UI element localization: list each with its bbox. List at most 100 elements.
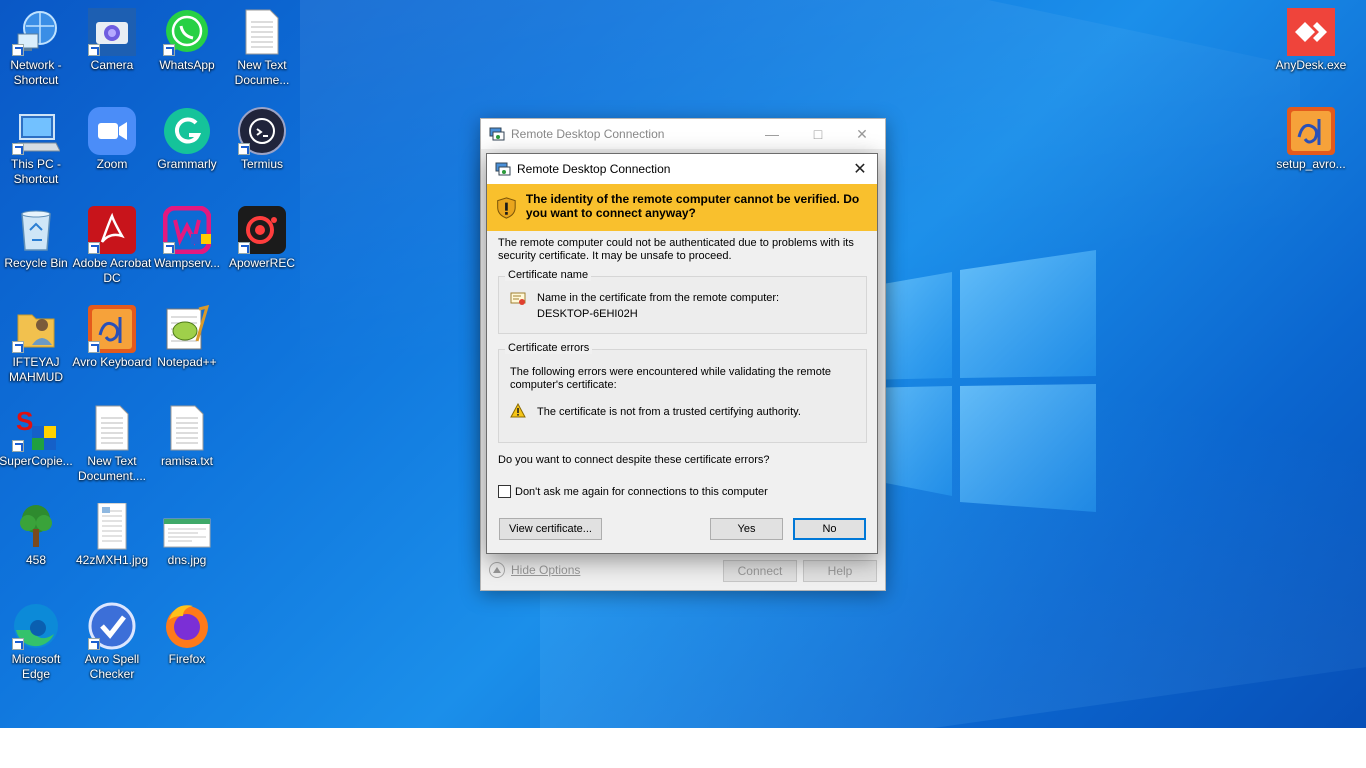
- rdc-app-icon: [489, 127, 505, 141]
- desktop-icon-label: Recycle Bin: [4, 256, 68, 270]
- rdc-main-title: Remote Desktop Connection: [511, 127, 665, 141]
- help-button[interactable]: Help: [803, 560, 877, 582]
- notepadpp-icon: [166, 305, 210, 350]
- desktop-icon-zoom[interactable]: Zoom: [74, 107, 150, 172]
- desktop-icon-label: SuperCopie...: [0, 454, 73, 468]
- no-button[interactable]: No: [793, 518, 866, 540]
- desktop-icon-avro-keyboard[interactable]: Avro Keyboard: [72, 305, 152, 370]
- desktop-icon-new-text-document-2[interactable]: New Text Document....: [74, 404, 150, 484]
- zoom-icon: [88, 107, 136, 155]
- desktop-icon-label: AnyDesk.exe: [1275, 58, 1347, 72]
- desktop-icon-apowerrec[interactable]: ApowerREC: [224, 206, 300, 271]
- dialog-title: Remote Desktop Connection: [517, 162, 671, 176]
- warning-description: The remote computer could not be authent…: [498, 237, 854, 262]
- text-file-icon: [95, 405, 129, 451]
- desktop-icon-label: Camera: [90, 58, 134, 72]
- yes-button[interactable]: Yes: [710, 518, 783, 540]
- desktop-icon-label: Firefox: [168, 652, 206, 666]
- shortcut-arrow-icon: [88, 638, 100, 650]
- desktop-icon-grammarly[interactable]: Grammarly: [149, 107, 225, 172]
- desktop-icon-label: ramisa.txt: [160, 454, 213, 468]
- desktop-icon-wampserver[interactable]: Wampserv...: [149, 206, 225, 271]
- desktop-icon-458[interactable]: 458: [0, 503, 74, 568]
- shortcut-arrow-icon: [238, 143, 250, 155]
- dialog-close-button[interactable]: ✕: [843, 154, 877, 184]
- shortcut-arrow-icon: [88, 341, 100, 353]
- dialog-titlebar[interactable]: Remote Desktop Connection: [487, 154, 877, 184]
- desktop-icon-avro-spell-checker[interactable]: Avro Spell Checker: [74, 602, 150, 682]
- desktop-icon-label: Notepad++: [157, 355, 217, 369]
- windows-logo-wallpaper: [860, 250, 1096, 512]
- desktop-icon-acrobat[interactable]: Adobe Acrobat DC: [72, 206, 152, 286]
- desktop-icon-ramisa-txt[interactable]: ramisa.txt: [149, 404, 225, 469]
- desktop-icon-recycle-bin[interactable]: Recycle Bin: [0, 206, 74, 271]
- desktop-icon-camera[interactable]: Camera: [74, 8, 150, 73]
- desktop-icon-new-text-document-1[interactable]: New Text Docume...: [224, 8, 300, 88]
- desktop-icon-label: Zoom: [96, 157, 128, 171]
- desktop-icon-dns-jpg[interactable]: dns.jpg: [149, 503, 225, 568]
- desktop-icon-user-folder[interactable]: IFTEYAJ MAHMUD: [0, 305, 74, 385]
- certificate-errors-group: Certificate errors The following errors …: [498, 342, 867, 443]
- certificate-name-label: Name in the certificate from the remote …: [537, 292, 780, 304]
- shortcut-arrow-icon: [12, 341, 24, 353]
- desktop-icon-notepadpp[interactable]: Notepad++: [149, 305, 225, 370]
- text-file-icon: [170, 405, 204, 451]
- desktop-icon-label: Adobe Acrobat DC: [72, 256, 152, 285]
- desktop-icon-edge[interactable]: Microsoft Edge: [0, 602, 74, 682]
- desktop-icon-label: This PC - Shortcut: [10, 157, 61, 186]
- desktop-icon-label: setup_avro...: [1276, 157, 1346, 171]
- desktop-icon-label: 458: [25, 553, 47, 567]
- desktop-icon-supercopier[interactable]: S SuperCopie...: [0, 404, 74, 469]
- image-file-icon: [97, 503, 127, 550]
- rdc-app-icon: [495, 162, 511, 176]
- desktop-icon-label: Wampserv...: [153, 256, 220, 270]
- rdc-main-footer: Hide Options Connect Help: [481, 556, 885, 590]
- warning-banner-text: The identity of the remote computer cann…: [525, 192, 860, 220]
- desktop-icon-label: Network - Shortcut: [10, 58, 62, 87]
- desktop-icon-label: Microsoft Edge: [11, 652, 61, 681]
- desktop-icon-label: 42zMXH1.jpg: [75, 553, 149, 567]
- connect-button[interactable]: Connect: [723, 560, 797, 582]
- desktop-icon-anydesk[interactable]: AnyDesk.exe: [1273, 8, 1349, 73]
- shortcut-arrow-icon: [12, 44, 24, 56]
- warning-banner: The identity of the remote computer cann…: [487, 184, 877, 231]
- desktop-icon-label: New Text Document....: [77, 454, 147, 483]
- desktop-icon-network[interactable]: Network - Shortcut: [0, 8, 74, 88]
- close-button[interactable]: ✕: [839, 119, 885, 149]
- recycle-bin-icon: [21, 210, 51, 251]
- shield-warning-icon: [497, 197, 516, 219]
- desktop-icon-42zmxh1-jpg[interactable]: 42zMXH1.jpg: [74, 503, 150, 568]
- shortcut-arrow-icon: [12, 440, 24, 452]
- certificate-errors-title: Certificate errors: [505, 342, 593, 354]
- hide-options-button[interactable]: Hide Options: [489, 562, 580, 578]
- dont-ask-again-label: Don't ask me again for connections to th…: [515, 485, 768, 498]
- text-file-icon: [245, 9, 279, 55]
- certificate-icon: [510, 292, 526, 305]
- desktop-icon-label: IFTEYAJ MAHMUD: [9, 355, 63, 384]
- maximize-button[interactable]: □: [795, 119, 841, 149]
- shortcut-arrow-icon: [88, 242, 100, 254]
- anydesk-icon: [1287, 8, 1335, 56]
- desktop-icon-label: dns.jpg: [167, 553, 207, 567]
- minimize-button[interactable]: —: [749, 119, 795, 149]
- desktop-icon-termius[interactable]: Termius: [224, 107, 300, 172]
- desktop-icon-whatsapp[interactable]: WhatsApp: [149, 8, 225, 73]
- grammarly-icon: [164, 108, 210, 154]
- desktop-icon-firefox[interactable]: Firefox: [149, 602, 225, 667]
- certificate-name-group: Certificate name Name in the certificate…: [498, 269, 867, 334]
- desktop-icon-label: Termius: [240, 157, 283, 171]
- certificate-name-value: DESKTOP-6EHI02H: [537, 308, 638, 320]
- hide-options-label: Hide Options: [511, 563, 581, 577]
- tree-icon: [20, 505, 52, 547]
- desktop-icon-this-pc[interactable]: This PC - Shortcut: [0, 107, 74, 187]
- shortcut-arrow-icon: [163, 44, 175, 56]
- desktop-icon-setup-avro[interactable]: setup_avro...: [1273, 107, 1349, 172]
- desktop-icon-label: WhatsApp: [159, 58, 215, 72]
- certificate-warning-dialog: Remote Desktop Connection ✕ The identity…: [486, 153, 878, 554]
- checkbox-box[interactable]: [498, 485, 511, 498]
- shortcut-arrow-icon: [88, 44, 100, 56]
- view-certificate-button[interactable]: View certificate...: [499, 518, 602, 540]
- dont-ask-again-checkbox[interactable]: Don't ask me again for connections to th…: [498, 485, 768, 498]
- shortcut-arrow-icon: [12, 638, 24, 650]
- firefox-icon: [166, 605, 208, 648]
